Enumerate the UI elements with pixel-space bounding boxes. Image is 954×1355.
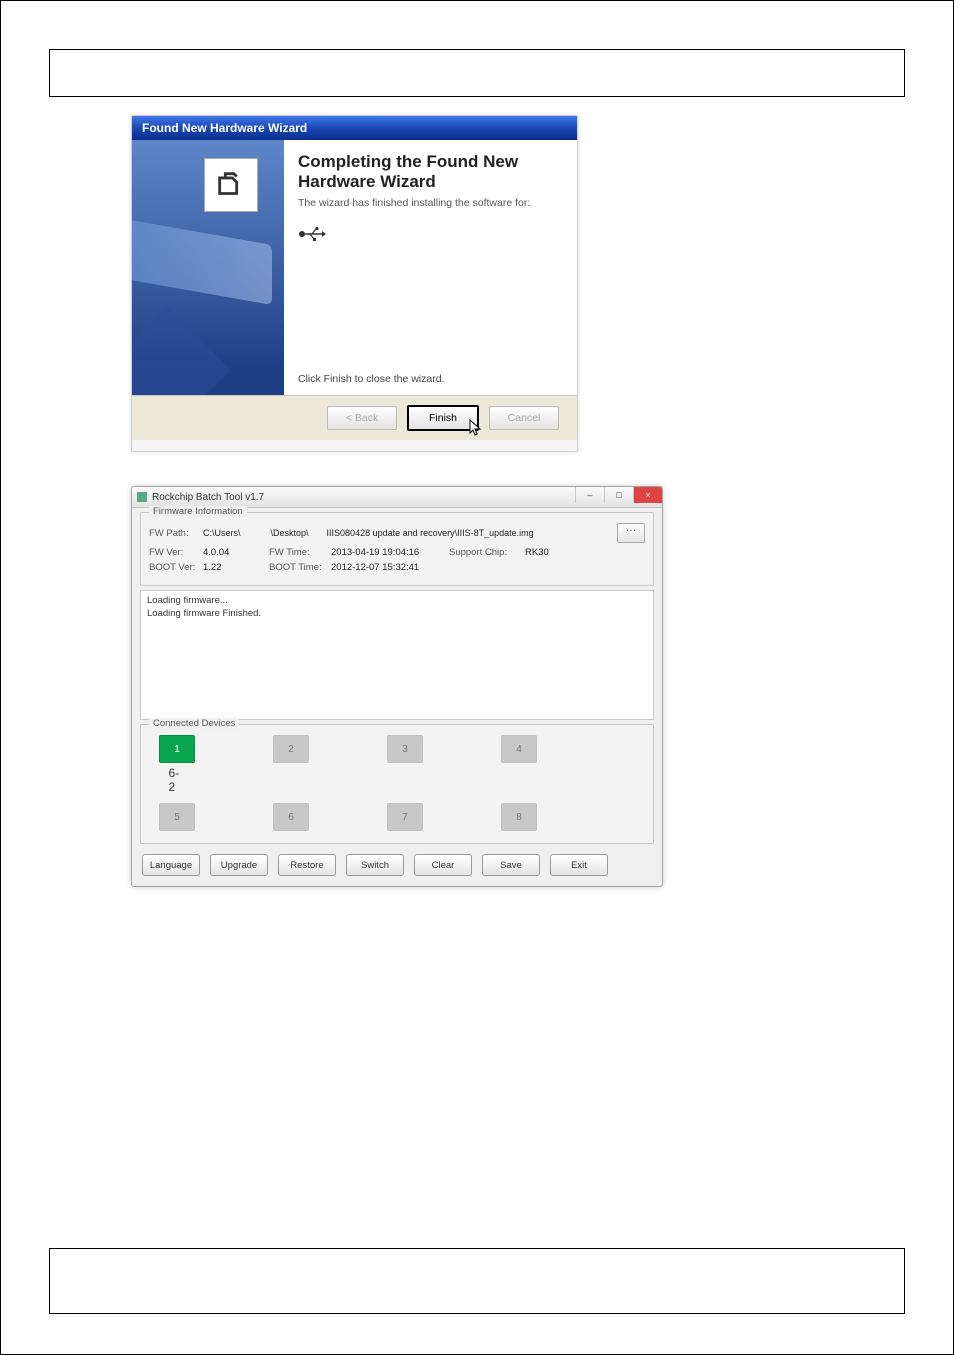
rk-title: Rockchip Batch Tool v1.7	[152, 492, 264, 503]
wizard-subtext: The wizard has finished installing the s…	[298, 197, 563, 209]
fw-path-b: \Desktop\	[271, 528, 309, 538]
firmware-group: Firmware Information FW Path: C:\Users\ …	[140, 512, 654, 586]
devices-group-title: Connected Devices	[149, 718, 239, 729]
wizard-window: Found New Hardware Wizard Completing the…	[131, 115, 578, 452]
window-controls: – □ ×	[575, 487, 662, 503]
rk-app-icon	[136, 491, 148, 503]
boot-time-label: BOOT Time:	[269, 562, 325, 573]
fw-path-a: C:\Users\	[203, 528, 241, 538]
device-7[interactable]: 7	[387, 803, 423, 831]
usb-icon	[298, 226, 326, 245]
fw-path-value: C:\Users\ \Desktop\ IIIS080428 update an…	[203, 528, 611, 538]
rk-window: Rockchip Batch Tool v1.7 – □ × Firmware …	[131, 486, 663, 887]
fw-ver-value: 4.0.04	[203, 547, 263, 558]
boot-ver-label: BOOT Ver:	[149, 562, 197, 573]
device-8[interactable]: 8	[501, 803, 537, 831]
device-3[interactable]: 3	[387, 735, 423, 763]
minimize-button[interactable]: –	[575, 487, 604, 503]
rk-buttonbar: Language Upgrade Restore Switch Clear Sa…	[132, 848, 662, 886]
wizard-footer: < Back Finish Cancel	[132, 395, 577, 440]
wizard-heading: Completing the Found New Hardware Wizard	[298, 152, 563, 191]
boot-ver-row: BOOT Ver: 1.22 BOOT Time: 2012-12-07 15:…	[149, 562, 645, 573]
main-content: Found New Hardware Wizard Completing the…	[49, 115, 905, 887]
upgrade-button[interactable]: Upgrade	[210, 854, 268, 876]
language-button[interactable]: Language	[142, 854, 200, 876]
support-chip-value: RK30	[525, 547, 549, 558]
browse-button[interactable]: …	[617, 523, 645, 543]
device-1-sub: 6-2	[169, 766, 186, 794]
fw-ver-row: FW Ver: 4.0.04 FW Time: 2013-04-19 19:04…	[149, 547, 645, 558]
firmware-group-title: Firmware Information	[149, 506, 247, 517]
fw-path-label: FW Path:	[149, 528, 197, 539]
wizard-sidebar	[132, 140, 284, 395]
device-2[interactable]: 2	[273, 735, 309, 763]
devices-row-1: 1 6-2 2 3 4	[149, 731, 645, 767]
device-5[interactable]: 5	[159, 803, 195, 831]
maximize-button[interactable]: □	[604, 487, 633, 503]
devices-group: Connected Devices 1 6-2 2 3 4 5 6 7 8	[140, 724, 654, 844]
device-4[interactable]: 4	[501, 735, 537, 763]
wizard-main: Completing the Found New Hardware Wizard…	[284, 140, 577, 395]
log-panel: Loading firmware... Loading firmware Fin…	[140, 590, 654, 720]
header-bar	[49, 49, 905, 97]
wizard-titlebar: Found New Hardware Wizard	[132, 116, 577, 140]
device-6[interactable]: 6	[273, 803, 309, 831]
decor-chip	[132, 306, 231, 395]
finish-label: Finish	[429, 412, 457, 424]
cancel-button[interactable]: Cancel	[489, 406, 559, 430]
finish-button[interactable]: Finish	[407, 405, 479, 431]
fw-time-label: FW Time:	[269, 547, 325, 558]
restore-button[interactable]: Restore	[278, 854, 336, 876]
back-button[interactable]: < Back	[327, 406, 397, 430]
switch-button[interactable]: Switch	[346, 854, 404, 876]
devices-row-2: 5 6 7 8	[149, 799, 645, 835]
fw-time-value: 2013-04-19 19:04:16	[331, 547, 443, 558]
clear-button[interactable]: Clear	[414, 854, 472, 876]
support-chip-label: Support Chip:	[449, 547, 519, 558]
fw-ver-label: FW Ver:	[149, 547, 197, 558]
wizard-body: Completing the Found New Hardware Wizard…	[132, 140, 577, 395]
fw-path-c: IIIS080428 update and recovery\IIIS-8T_u…	[327, 528, 534, 538]
page: Found New Hardware Wizard Completing the…	[0, 0, 954, 1355]
footer-box	[49, 1248, 905, 1314]
fw-path-row: FW Path: C:\Users\ \Desktop\ IIIS080428 …	[149, 523, 645, 543]
decor-bar	[132, 215, 272, 305]
save-button[interactable]: Save	[482, 854, 540, 876]
boot-ver-value: 1.22	[203, 562, 263, 573]
hardware-icon	[204, 158, 258, 212]
rk-titlebar: Rockchip Batch Tool v1.7 – □ ×	[132, 487, 662, 508]
boot-time-value: 2012-12-07 15:32:41	[331, 562, 419, 573]
cursor-icon	[469, 419, 483, 437]
device-1[interactable]: 1 6-2	[159, 735, 195, 763]
exit-button[interactable]: Exit	[550, 854, 608, 876]
close-button[interactable]: ×	[633, 487, 662, 503]
wizard-close-text: Click Finish to close the wizard.	[298, 373, 444, 385]
device-1-label: 1	[174, 744, 180, 755]
